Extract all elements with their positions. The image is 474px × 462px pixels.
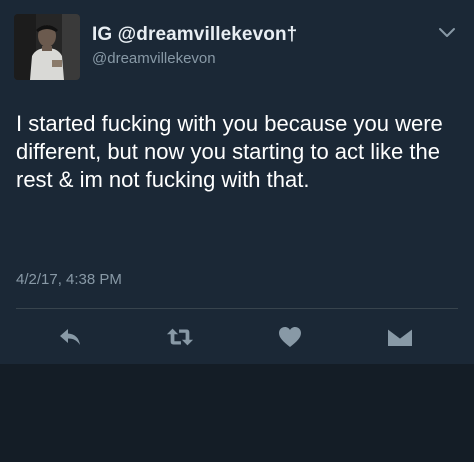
divider xyxy=(16,308,458,309)
retweet-button[interactable] xyxy=(166,324,194,350)
avatar-photo xyxy=(14,14,80,80)
reply-button[interactable] xyxy=(56,324,84,350)
tweet-text: I started fucking with you because you w… xyxy=(16,111,443,192)
chevron-down-icon[interactable] xyxy=(438,26,456,40)
avatar[interactable] xyxy=(14,14,80,80)
reply-icon xyxy=(60,329,80,345)
tweet-timestamp[interactable]: 4/2/17, 4:38 PM xyxy=(16,271,122,288)
user-handle[interactable]: @dreamvillekevon xyxy=(92,50,216,67)
like-button[interactable] xyxy=(276,324,304,350)
tweet-card: IG @dreamvillekevon† @dreamvillekevon I … xyxy=(0,0,474,364)
display-name[interactable]: IG @dreamvillekevon† xyxy=(92,24,297,46)
heart-icon xyxy=(279,327,301,347)
envelope-icon xyxy=(387,327,413,346)
page-background xyxy=(0,364,474,462)
direct-message-button[interactable] xyxy=(386,324,414,350)
retweet-icon xyxy=(166,328,194,346)
